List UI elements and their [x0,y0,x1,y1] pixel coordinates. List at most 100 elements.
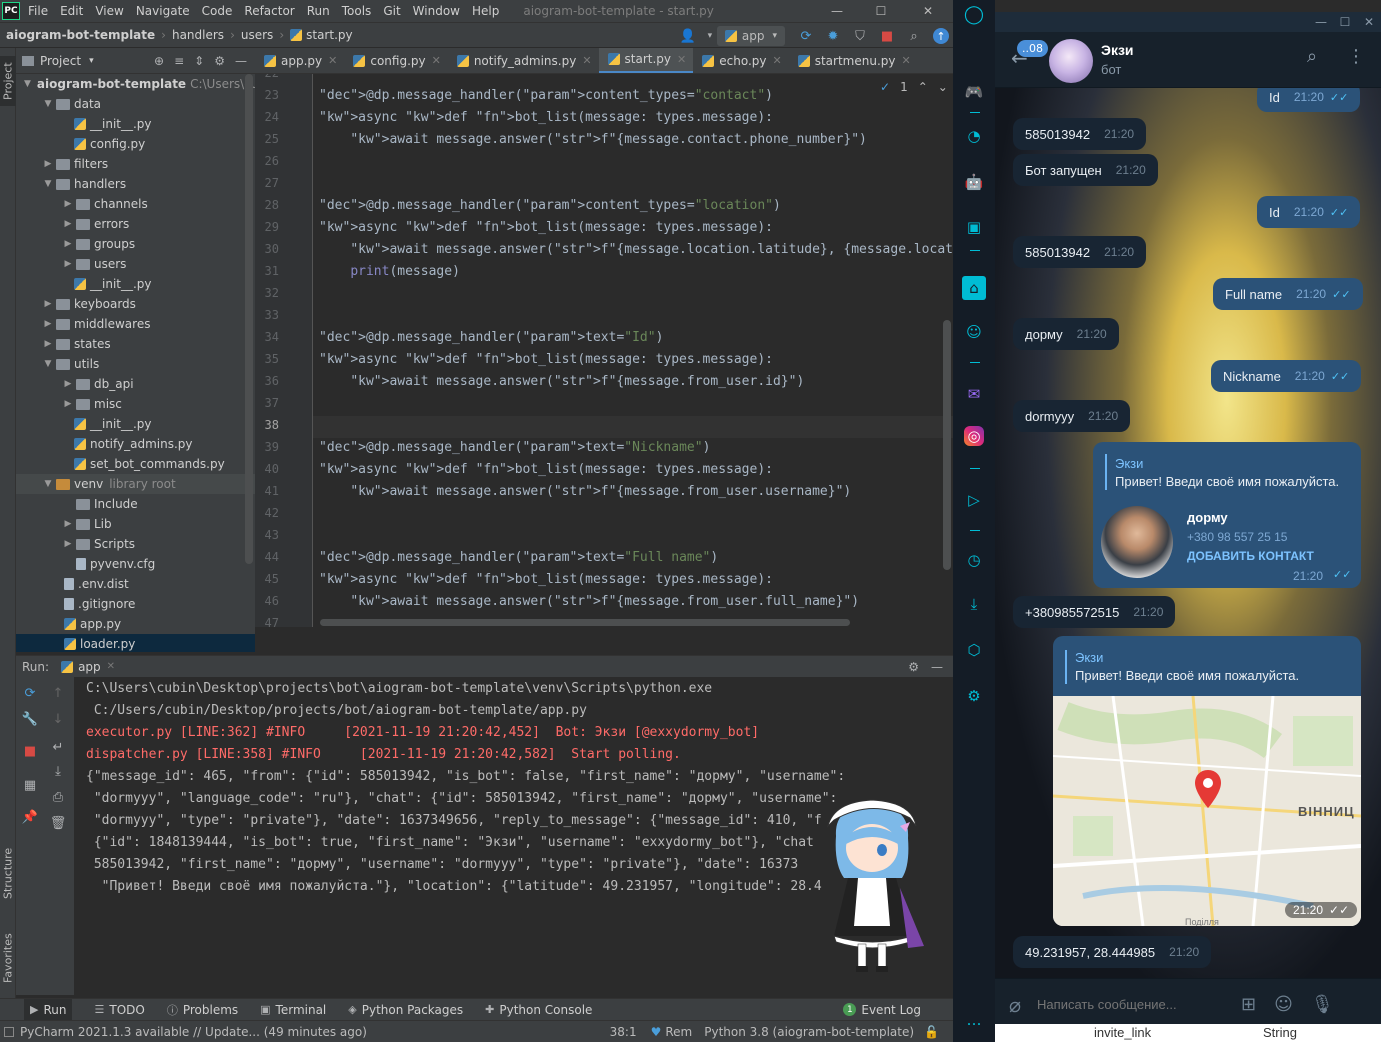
tree-item-set-bot-commands[interactable]: set_bot_commands.py [16,454,255,474]
tree-item-config[interactable]: config.py [16,134,255,154]
inspection-widget[interactable]: ✓ 1 ⌃ ⌄ [880,80,948,94]
tree-item-data[interactable]: ▼ data [16,94,255,114]
home-icon[interactable]: ⌂ [962,276,986,300]
close-icon[interactable]: ✕ [107,661,115,672]
wrench-icon[interactable]: 🔧 [20,709,40,729]
chat-name[interactable]: Экзи [1101,42,1134,58]
location-message[interactable]: Экзи Привет! Введи своё имя пожалуйста. [1053,636,1361,926]
stop-icon[interactable]: ■ [20,741,40,761]
debug-icon[interactable]: ✹ [821,26,845,46]
project-scrollbar[interactable] [245,74,253,564]
hide-icon[interactable]: — [235,54,247,68]
message-incoming[interactable]: 49.231957, 28.444985 21:20 [1013,936,1212,968]
close-icon[interactable]: ✕ [432,54,441,67]
scroll-to-end-icon[interactable]: ⤓ [48,761,68,781]
breadcrumb-file[interactable]: start.py [306,28,352,42]
opera-logo-icon[interactable]: ◯ [962,2,986,26]
code-editor[interactable]: 22 23 "dec">@dp.message_handler("param">co… [255,74,953,627]
run-tool-button[interactable]: ▶ Run [24,998,73,1021]
menu-git[interactable]: Git [383,4,400,18]
close-icon[interactable]: ✕ [773,54,782,67]
tree-item-include[interactable]: Include [16,494,255,514]
rerun-icon[interactable]: ⟳ [794,26,818,46]
message-incoming[interactable]: дорму 21:20 [1013,318,1119,350]
interpreter-selector[interactable]: Python 3.8 (aiogram-bot-template) [704,1025,914,1039]
tree-item-root[interactable]: ▼ aiogram-bot-template C:\Users\cu [16,74,255,94]
tab-app[interactable]: app.py ✕ [255,48,344,73]
tree-item-handlers[interactable]: ▼ handlers [16,174,255,194]
chevron-right-icon[interactable]: ▶ [62,199,74,209]
locate-icon[interactable]: ⊕ [154,54,164,68]
gear-icon[interactable]: ⚙ [214,54,225,68]
coverage-icon[interactable]: ⛉ [848,26,872,46]
collapse-all-icon[interactable]: ≡ [174,54,184,68]
python-packages-tool-button[interactable]: ◈ Python Packages [348,1003,463,1017]
tree-item-users[interactable]: ▶ users [16,254,255,274]
close-icon[interactable]: ✕ [901,54,910,67]
message-incoming[interactable]: +380985572515 21:20 [1013,596,1176,628]
breadcrumb-project[interactable]: aiogram-bot-template [6,28,155,42]
stop-icon[interactable]: ■ [875,26,899,46]
soft-wrap-icon[interactable]: ↵ [48,737,68,757]
pin-icon[interactable]: 📌 [20,807,40,827]
chevron-right-icon[interactable]: ▶ [42,299,54,309]
chevron-right-icon[interactable]: ▶ [62,379,74,389]
editor-scrollbar[interactable] [943,320,951,570]
tree-item-init[interactable]: __init__.py [16,114,255,134]
message-input[interactable] [1037,997,1228,1012]
attach-icon[interactable]: ⌀ [1009,993,1021,1017]
location-map[interactable]: ВІННИЦ Поділля 21:20 ✓✓ [1053,695,1361,926]
lock-icon[interactable]: 🔓 [924,1025,939,1039]
project-tool-tab[interactable]: Project [0,56,16,106]
status-message[interactable]: PyCharm 2021.1.3 available // Update... … [20,1025,367,1039]
tree-item-groups[interactable]: ▶ groups [16,234,255,254]
message-outgoing[interactable]: Id 21:20 ✓✓ [1257,196,1361,228]
python-console-tool-button[interactable]: ✚ Python Console [485,1003,592,1017]
close-button[interactable]: ✕ [1357,15,1381,29]
terminal-tool-button[interactable]: ▣ Terminal [260,1003,326,1017]
add-contact-button[interactable]: ДОБАВИТЬ КОНТАКТ [1187,549,1314,563]
trash-icon[interactable]: 🗑 [48,813,68,833]
chevron-right-icon[interactable]: ▶ [62,239,74,249]
chevron-down-icon[interactable]: ▼ [24,79,31,89]
search-icon[interactable]: ⌕ [902,26,926,46]
run-tab-app[interactable]: app ✕ [61,660,115,674]
tree-item-init[interactable]: __init__.py [16,414,255,434]
user-icon[interactable]: 👤 [676,26,700,46]
expand-icon[interactable]: ⇕ [194,54,204,68]
layout-icon[interactable]: ▦ [20,775,40,795]
tree-item-venv[interactable]: ▼ venv library root [16,474,255,494]
favorites-tool-tab[interactable]: Favorites [0,918,16,998]
menu-view[interactable]: View [95,4,123,18]
breadcrumb-users[interactable]: users [241,28,273,42]
tab-notify-admins[interactable]: notify_admins.py ✕ [448,48,599,73]
run-config-selector[interactable]: app ▾ [716,26,785,46]
chevron-down-icon[interactable]: ⌄ [938,80,948,94]
tree-item-gitignore[interactable]: .gitignore [16,594,255,614]
arrow-down-icon[interactable]: ↓ [48,709,68,729]
tree-item-scripts[interactable]: ▶ Scripts [16,534,255,554]
twitch-icon[interactable]: ▣ [962,215,986,239]
more-icon[interactable]: … [962,1008,986,1032]
chevron-right-icon[interactable]: ▶ [42,159,54,169]
chevron-down-icon[interactable]: ▼ [42,359,54,369]
menu-window[interactable]: Window [413,4,460,18]
tree-item-env-dist[interactable]: .env.dist [16,574,255,594]
menu-run[interactable]: Run [307,4,330,18]
tree-item-channels[interactable]: ▶ channels [16,194,255,214]
tree-item-lib[interactable]: ▶ Lib [16,514,255,534]
menu-refactor[interactable]: Refactor [244,4,294,18]
todo-tool-button[interactable]: ☰ TODO [94,1003,144,1017]
maximize-button[interactable]: ☐ [1333,15,1357,29]
gear-icon[interactable]: ⚙ [908,660,919,674]
tree-item-states[interactable]: ▶ states [16,334,255,354]
message-outgoing[interactable]: Nickname 21:20 ✓✓ [1211,360,1362,392]
chat-history[interactable]: Id 21:20 ✓✓ 585013942 21:20 Бот запущен … [995,88,1381,978]
tab-startmenu[interactable]: startmenu.py ✕ [789,48,918,73]
rerun-icon[interactable]: ⟳ [20,683,40,703]
tree-item-db-api[interactable]: ▶ db_api [16,374,255,394]
chevron-right-icon[interactable]: ▶ [42,319,54,329]
contact-message[interactable]: Экзи Привет! Введи своё имя пожалуйста. … [1093,442,1361,588]
close-button[interactable]: ✕ [910,0,946,22]
chevron-up-icon[interactable]: ⌃ [918,80,928,94]
